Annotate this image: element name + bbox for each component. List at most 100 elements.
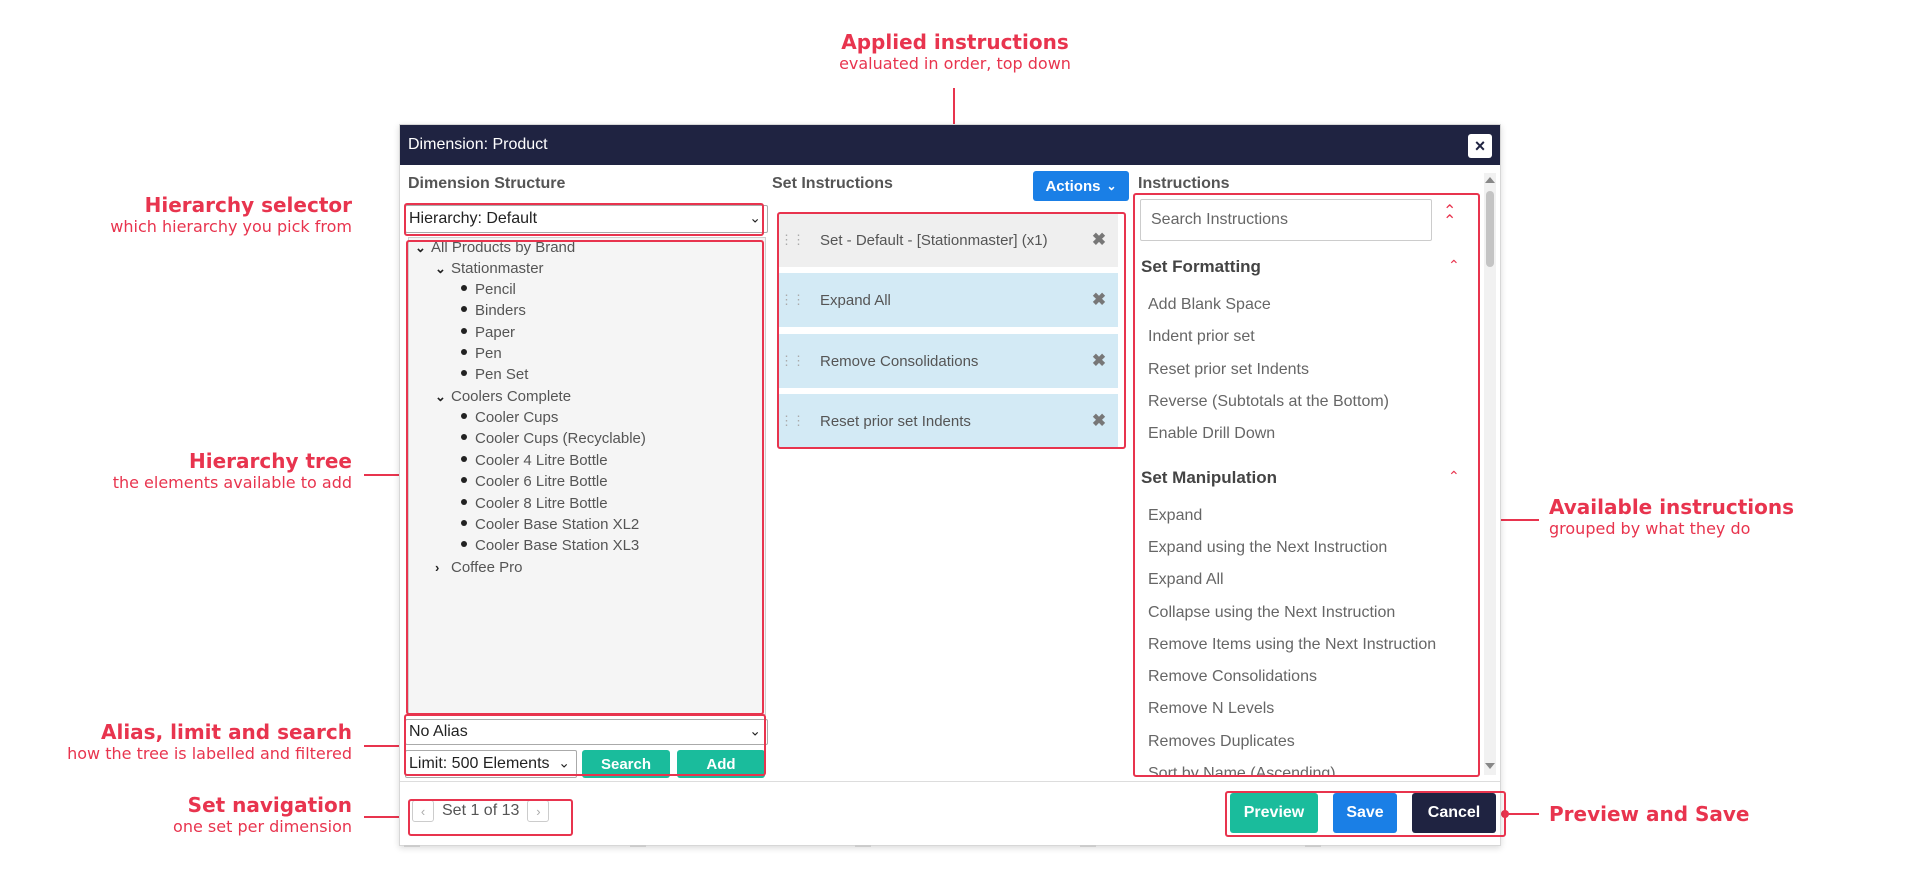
instructions-search-input[interactable]: Search Instructions xyxy=(1140,199,1432,241)
callout-subtitle: how the tree is labelled and filtered xyxy=(67,744,352,763)
set-instructions-title: Set Instructions xyxy=(772,175,893,192)
search-button[interactable]: Search xyxy=(582,750,670,778)
callout-title: Set navigation xyxy=(187,793,352,817)
tree-leaf-label: Pen Set xyxy=(475,366,529,383)
limit-select[interactable]: Limit: 500 Elements ⌄ xyxy=(405,750,577,778)
instruction-item[interactable]: Add Blank Space xyxy=(1148,296,1271,314)
chevron-up-icon[interactable]: ⌃ xyxy=(1448,468,1460,485)
instruction-item[interactable]: Enable Drill Down xyxy=(1148,425,1275,443)
chevron-down-icon[interactable]: ⌄ xyxy=(435,259,451,279)
preview-button[interactable]: Preview xyxy=(1230,793,1318,833)
dialog-header: Dimension: Product × xyxy=(400,125,1500,165)
bullet-icon xyxy=(461,306,467,313)
drag-handle-icon[interactable]: ⋮⋮ xyxy=(778,354,806,367)
tree-leaf-label: Cooler Cups (Recyclable) xyxy=(475,430,646,447)
set-instruction-item[interactable]: ⋮⋮ Set - Default - [Stationmaster] (x1) … xyxy=(778,213,1118,267)
instructions-scrollbar[interactable] xyxy=(1484,173,1496,775)
callout-subtitle: one set per dimension xyxy=(173,817,352,836)
instruction-item[interactable]: Removes Duplicates xyxy=(1148,733,1295,751)
bullet-icon xyxy=(461,477,467,484)
instruction-item[interactable]: Reverse (Subtotals at the Bottom) xyxy=(1148,393,1389,411)
set-instruction-item[interactable]: ⋮⋮ Expand All ✖ xyxy=(778,273,1118,327)
chevron-up-icon[interactable]: ⌃ xyxy=(1448,257,1460,274)
instruction-item[interactable]: Collapse using the Next Instruction xyxy=(1148,604,1395,622)
drag-handle-icon[interactable]: ⋮⋮ xyxy=(778,414,806,427)
tree-leaf-label: Pen xyxy=(475,345,502,362)
save-button[interactable]: Save xyxy=(1333,793,1397,833)
tree-leaf-label: Paper xyxy=(475,324,516,341)
tree-leaf[interactable]: Cooler Base Station XL2 xyxy=(461,515,639,535)
bullet-icon xyxy=(461,541,467,548)
tree-leaf-label: Cooler Base Station XL3 xyxy=(475,537,640,554)
callout-subtitle: the elements available to add xyxy=(112,473,352,492)
set-instruction-item[interactable]: ⋮⋮ Reset prior set Indents ✖ xyxy=(778,394,1118,448)
next-set-icon[interactable]: › xyxy=(527,800,550,822)
tree-leaf[interactable]: Binders xyxy=(461,301,526,321)
instruction-item[interactable]: Remove Items using the Next Instruction xyxy=(1148,636,1436,654)
bullet-icon xyxy=(461,328,467,335)
tree-leaf[interactable]: Cooler 4 Litre Bottle xyxy=(461,451,608,471)
hierarchy-select[interactable]: Hierarchy: Default ⌄ xyxy=(405,205,768,233)
chevron-down-icon[interactable]: ⌄ xyxy=(415,238,431,258)
scroll-down-icon[interactable] xyxy=(1485,763,1495,769)
tree-leaf[interactable]: Cooler 6 Litre Bottle xyxy=(461,472,608,492)
scroll-up-icon[interactable] xyxy=(1485,177,1495,183)
remove-icon[interactable]: ✖ xyxy=(1080,230,1118,250)
bullet-icon xyxy=(461,499,467,506)
instruction-item[interactable]: Sort by Name (Ascending) xyxy=(1148,765,1336,777)
callout-preview-save: Preview and Save xyxy=(1549,802,1849,826)
tree-node-brand[interactable]: ⌄ Stationmaster xyxy=(435,259,544,279)
drag-handle-icon[interactable]: ⋮⋮ xyxy=(778,233,806,246)
add-button[interactable]: Add xyxy=(677,750,765,778)
scroll-thumb[interactable] xyxy=(1486,191,1494,267)
callout-subtitle: which hierarchy you pick from xyxy=(110,217,352,236)
actions-button[interactable]: Actions ⌄ xyxy=(1033,171,1129,201)
prev-set-icon[interactable]: ‹ xyxy=(412,800,434,822)
dimension-structure-title: Dimension Structure xyxy=(408,175,566,192)
set-instruction-item[interactable]: ⋮⋮ Remove Consolidations ✖ xyxy=(778,334,1118,388)
instruction-item[interactable]: Expand using the Next Instruction xyxy=(1148,539,1387,557)
tree-leaf[interactable]: Pencil xyxy=(461,280,516,300)
instruction-item[interactable]: Remove Consolidations xyxy=(1148,668,1317,686)
remove-icon[interactable]: ✖ xyxy=(1080,411,1118,431)
instruction-item[interactable]: Reset prior set Indents xyxy=(1148,361,1309,379)
tree-leaf[interactable]: Paper xyxy=(461,323,515,343)
tree-leaf-label: Cooler Cups xyxy=(475,409,559,426)
set-pager: ‹ Set 1 of 13 › xyxy=(412,800,550,822)
dimension-dialog: Dimension: Product × Dimension Structure… xyxy=(399,124,1501,847)
instruction-item[interactable]: Indent prior set xyxy=(1148,328,1255,346)
bullet-icon xyxy=(461,456,467,463)
set-instructions-list: ⋮⋮ Set - Default - [Stationmaster] (x1) … xyxy=(778,213,1118,449)
chevron-down-icon: ⌄ xyxy=(1106,179,1117,193)
close-icon[interactable]: × xyxy=(1468,134,1492,158)
instruction-item[interactable]: Expand xyxy=(1148,507,1202,525)
tree-node-label: Coolers Complete xyxy=(451,388,572,405)
remove-icon[interactable]: ✖ xyxy=(1080,351,1118,371)
bullet-icon xyxy=(461,370,467,377)
tree-leaf[interactable]: Pen xyxy=(461,344,502,364)
group-title-set-formatting: Set Formatting xyxy=(1141,257,1261,276)
tree-node-brand[interactable]: ⌄ Coolers Complete xyxy=(435,387,571,407)
tree-node-root[interactable]: ⌄ All Products by Brand xyxy=(415,238,575,258)
set-instruction-label: Set - Default - [Stationmaster] (x1) xyxy=(820,231,1048,249)
instruction-item[interactable]: Remove N Levels xyxy=(1148,700,1274,718)
tree-leaf[interactable]: Cooler 8 Litre Bottle xyxy=(461,494,608,514)
tree-leaf[interactable]: Cooler Base Station XL3 xyxy=(461,536,639,556)
callout-alias-limit-search: Alias, limit and search how the tree is … xyxy=(20,720,352,764)
remove-icon[interactable]: ✖ xyxy=(1080,290,1118,310)
alias-select[interactable]: No Alias ⌄ xyxy=(405,719,768,745)
bullet-icon xyxy=(461,285,467,292)
chevron-right-icon[interactable]: › xyxy=(435,558,451,578)
drag-handle-icon[interactable]: ⋮⋮ xyxy=(778,293,806,306)
instruction-item[interactable]: Expand All xyxy=(1148,571,1224,589)
cancel-button[interactable]: Cancel xyxy=(1412,793,1496,833)
tree-node-label: Stationmaster xyxy=(451,260,544,277)
actions-button-label: Actions xyxy=(1045,177,1101,195)
tree-leaf[interactable]: Cooler Cups (Recyclable) xyxy=(461,429,646,449)
tree-leaf[interactable]: Cooler Cups xyxy=(461,408,558,428)
tree-node-brand[interactable]: › Coffee Pro xyxy=(435,558,522,578)
chevron-down-icon[interactable]: ⌄ xyxy=(435,387,451,407)
instructions-title: Instructions xyxy=(1138,175,1230,192)
tree-leaf[interactable]: Pen Set xyxy=(461,365,528,385)
collapse-all-icon[interactable]: ⌃ ⌃ xyxy=(1443,204,1456,230)
